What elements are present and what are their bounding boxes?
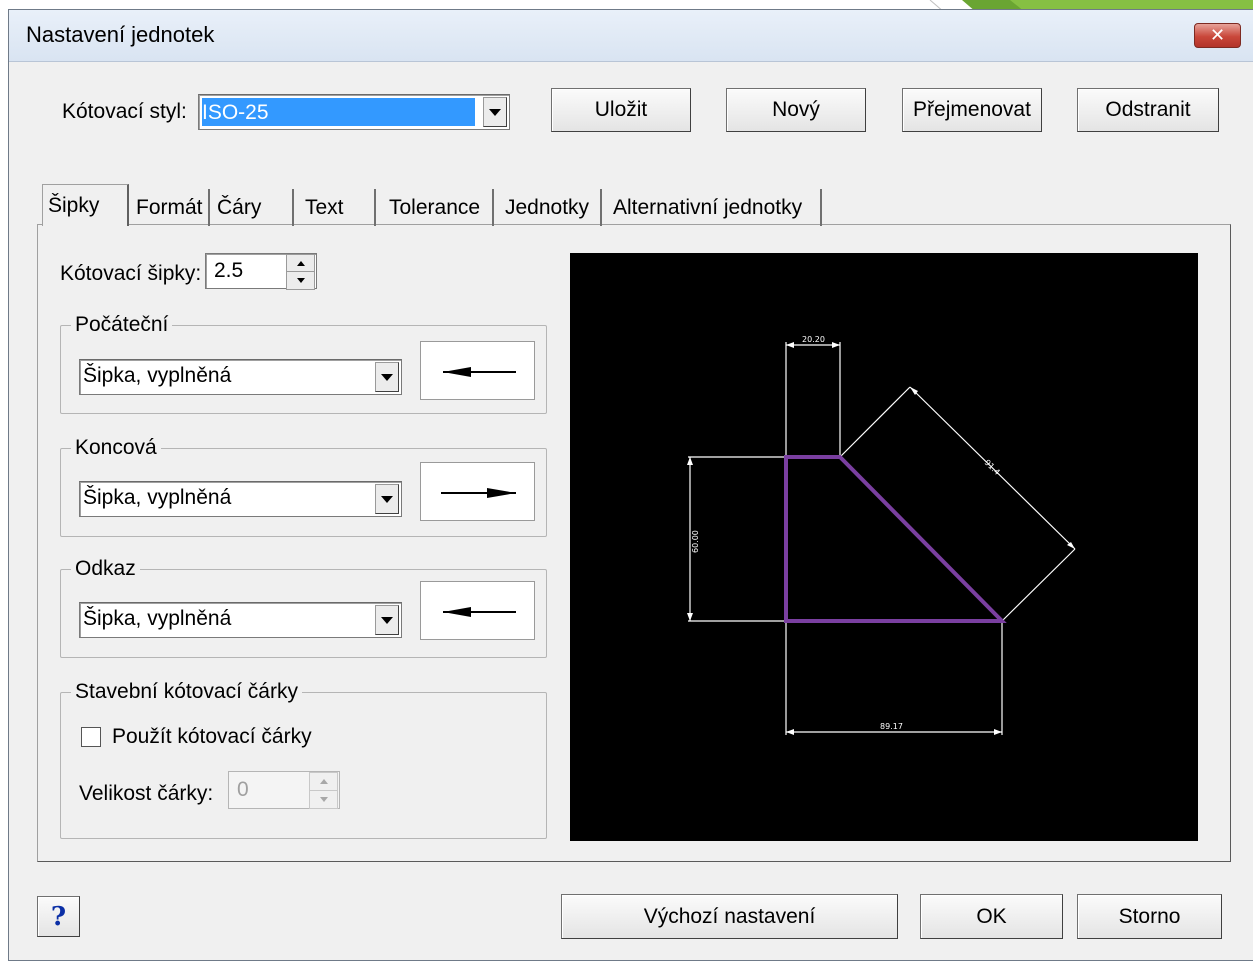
tick-size-stepper[interactable]: 0 [228, 771, 340, 809]
ticks-title: Stavební kótovací čárky [71, 680, 302, 704]
end-arrow-title: Koncová [71, 436, 161, 460]
start-arrow-preview [420, 341, 535, 400]
use-ticks-label: Použít kótovací čárky [112, 725, 312, 748]
tab-arrows[interactable]: Šipky [42, 184, 129, 226]
leader-arrow-select[interactable]: Šipka, vyplněná [79, 602, 402, 638]
dimension-drawing: 20.20 60.00 89.17 91.4 [687, 335, 1076, 735]
dimension-style-value: ISO-25 [202, 101, 269, 124]
start-arrow-value: Šipka, vyplněná [83, 364, 232, 387]
new-button[interactable]: Nový [726, 88, 866, 132]
end-arrow-select[interactable]: Šipka, vyplněná [79, 481, 402, 517]
start-arrow-title: Počáteční [71, 313, 173, 337]
help-button[interactable]: ? [37, 896, 80, 937]
save-button[interactable]: Uložit [551, 88, 691, 132]
arrow-right-icon [441, 488, 516, 498]
dimension-preview: 20.20 60.00 89.17 91.4 [570, 253, 1198, 841]
chevron-down-icon[interactable] [375, 484, 399, 514]
end-arrow-value: Šipka, vyplněná [83, 486, 232, 509]
delete-button[interactable]: Odstranit [1077, 88, 1219, 132]
ok-button[interactable]: OK [920, 894, 1063, 939]
chevron-down-icon[interactable] [483, 97, 507, 127]
tab-alternate-units[interactable]: Alternativní jednotky [608, 189, 822, 226]
cancel-button[interactable]: Storno [1077, 894, 1222, 939]
tick-size-label: Velikost čárky: [79, 782, 214, 805]
dim-bottom-label: 89.17 [880, 722, 903, 731]
spin-up-icon[interactable] [309, 772, 338, 791]
dim-left-label: 60.00 [691, 530, 700, 553]
leader-arrow-preview [420, 581, 535, 640]
spin-down-icon[interactable] [286, 271, 315, 290]
tick-size-value: 0 [237, 778, 249, 801]
chevron-down-icon[interactable] [375, 605, 399, 635]
use-ticks-checkbox[interactable] [81, 727, 101, 747]
dimension-style-label: Kótovací styl: [62, 100, 187, 123]
ticks-group: Stavební kótovací čárky [60, 680, 547, 839]
chevron-down-icon[interactable] [375, 362, 399, 392]
spin-down-icon[interactable] [309, 790, 338, 809]
start-arrow-select[interactable]: Šipka, vyplněná [79, 359, 402, 395]
close-button[interactable]: ✕ [1194, 23, 1241, 48]
tab-units[interactable]: Jednotky [500, 189, 602, 226]
arrow-size-stepper[interactable]: 2.5 [205, 253, 317, 290]
close-icon: ✕ [1209, 25, 1226, 45]
end-arrow-preview [420, 462, 535, 521]
tab-tolerance[interactable]: Tolerance [384, 189, 494, 226]
arrow-size-value: 2.5 [214, 259, 244, 282]
arrow-left-icon [443, 607, 516, 617]
dimension-style-select[interactable]: ISO-25 [198, 94, 510, 130]
rename-button[interactable]: Přejmenovat [902, 88, 1042, 132]
arrow-left-icon [443, 367, 516, 377]
tab-format[interactable]: Formát [131, 189, 210, 226]
defaults-button[interactable]: Výchozí nastavení [561, 894, 898, 939]
tab-text[interactable]: Text [300, 189, 376, 226]
leader-arrow-title: Odkaz [71, 557, 140, 581]
window-title: Nastavení jednotek [26, 22, 215, 47]
leader-arrow-value: Šipka, vyplněná [83, 607, 232, 630]
dim-top-label: 20.20 [802, 335, 825, 344]
arrow-size-label: Kótovací šipky: [60, 262, 202, 285]
tab-lines[interactable]: Čáry [212, 189, 294, 226]
